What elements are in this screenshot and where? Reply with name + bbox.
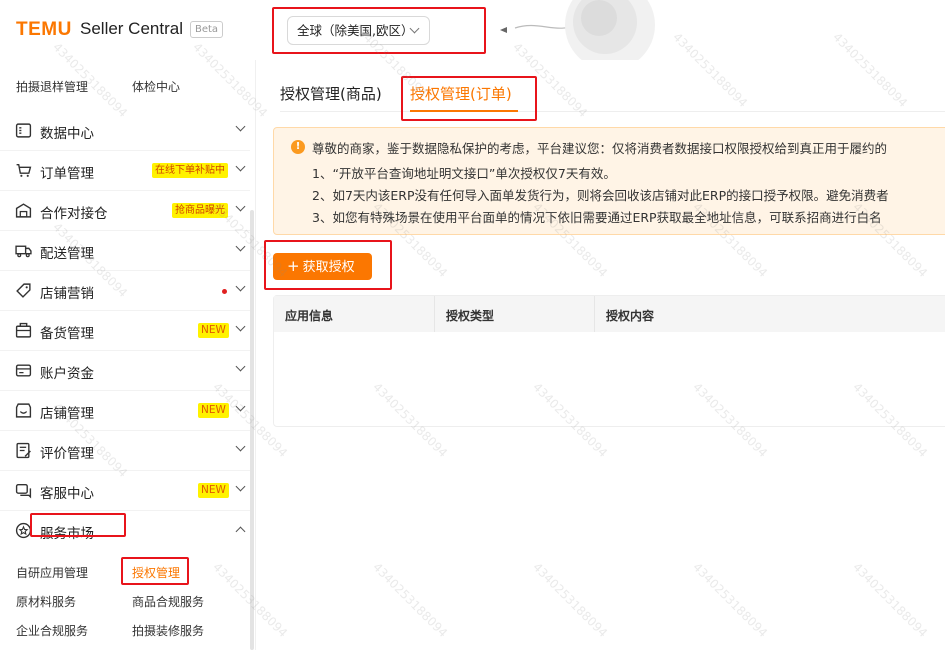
- sidebar-item-reviews[interactable]: 评价管理: [0, 431, 250, 471]
- annotation-box-service-market: [30, 513, 126, 537]
- column-header-auth-content: 授权内容: [606, 309, 655, 323]
- sidebar-item-label: 账户资金: [40, 366, 94, 382]
- sidebar-item-stock[interactable]: 备货管理 NEW: [0, 311, 250, 351]
- sidebar-subitem-product-compliance[interactable]: 商品合规服务: [132, 593, 204, 610]
- sidebar-item-label: 配送管理: [40, 246, 94, 262]
- review-icon: [16, 442, 31, 459]
- notice-line-4: 3、如您有特殊场景在使用平台面单的情况下依旧需要通过ERP获取最全地址信息，可联…: [312, 210, 882, 225]
- header-decoration: [500, 0, 655, 60]
- warning-icon: !: [291, 140, 305, 154]
- sidebar-subitem-self-apps[interactable]: 自研应用管理: [16, 564, 88, 581]
- chevron-down-icon: [235, 441, 246, 452]
- sidebar-item-account-funds[interactable]: 账户资金: [0, 351, 250, 391]
- chat-icon: [15, 483, 32, 499]
- box-icon: [15, 322, 32, 338]
- chevron-down-icon: [235, 241, 246, 252]
- sidebar-item-label: 数据中心: [40, 126, 94, 142]
- promo-badge: 抢商品曝光: [172, 203, 228, 218]
- sidebar-item-label: 订单管理: [40, 166, 94, 182]
- watermark-text: 4340253188094: [530, 560, 611, 641]
- sidebar-scrollbar[interactable]: [250, 210, 254, 650]
- notification-dot: [222, 289, 227, 294]
- promo-badge: 在线下单补贴中: [152, 163, 228, 178]
- chevron-up-icon: [235, 526, 246, 537]
- column-header-auth-type: 授权类型: [446, 309, 495, 323]
- new-badge: NEW: [198, 323, 229, 338]
- bar-chart-icon: [15, 123, 32, 138]
- annotation-box-orders-tab: [401, 76, 537, 121]
- tabs-divider: [280, 111, 945, 112]
- store-icon: [15, 403, 32, 418]
- auth-table: 应用信息 授权类型 授权内容: [273, 295, 945, 427]
- watermark-text: 4340253188094: [850, 560, 931, 641]
- sidebar-subitem-enterprise-compliance[interactable]: 企业合规服务: [16, 622, 88, 639]
- chevron-down-icon: [235, 321, 246, 332]
- notice-line-1: 尊敬的商家，鉴于数据隐私保护的考虑，平台建议您：仅将消费者数据接口权限授权给到真…: [312, 141, 888, 156]
- annotation-box-get-auth: [264, 240, 392, 290]
- notice-line-2: 1、“开放平台查询地址明文接口”单次授权仅7天有效。: [312, 166, 616, 181]
- sidebar-item-label: 合作对接仓: [40, 206, 108, 222]
- sidebar-item-label: 备货管理: [40, 326, 94, 342]
- sidebar-item-label: 评价管理: [40, 446, 94, 462]
- annotation-box-auth-management: [121, 557, 189, 585]
- column-divider: [434, 296, 435, 332]
- sidebar-item-data-center[interactable]: 数据中心: [0, 111, 250, 151]
- chevron-down-icon: [235, 481, 246, 492]
- sidebar-item-marketing[interactable]: 店铺营销: [0, 271, 250, 311]
- chevron-down-icon: [235, 281, 246, 292]
- truck-icon: [15, 245, 32, 258]
- new-badge: NEW: [198, 403, 229, 418]
- sidebar-item-customer-service[interactable]: 客服中心 NEW: [0, 471, 250, 511]
- tag-icon: [16, 283, 31, 298]
- sidebar-subitem-sample-return[interactable]: 拍摄退样管理: [16, 78, 88, 95]
- beta-badge: Beta: [190, 21, 224, 38]
- chevron-down-icon: [235, 161, 246, 172]
- column-header-app-info: 应用信息: [285, 309, 334, 323]
- temu-logo[interactable]: TEMU: [16, 19, 72, 41]
- cart-icon: [16, 163, 32, 177]
- chevron-down-icon: [235, 361, 246, 372]
- chevron-down-icon: [235, 121, 246, 132]
- sidebar-item-delivery[interactable]: 配送管理: [0, 231, 250, 271]
- table-header: 应用信息 授权类型 授权内容: [274, 296, 945, 332]
- sidebar-item-label: 店铺管理: [40, 406, 94, 422]
- seller-central-title: Seller Central: [80, 19, 183, 38]
- sidebar-subitem-photo-decoration[interactable]: 拍摄装修服务: [132, 622, 204, 639]
- sidebar-item-warehouse[interactable]: 合作对接仓 抢商品曝光: [0, 191, 250, 231]
- chevron-down-icon: [235, 401, 246, 412]
- new-badge: NEW: [198, 483, 229, 498]
- chevron-down-icon: [235, 201, 246, 212]
- annotation-box-region: [272, 7, 486, 54]
- sidebar-subitem-raw-material[interactable]: 原材料服务: [16, 593, 76, 610]
- sidebar-item-orders[interactable]: 订单管理 在线下单补贴中: [0, 151, 250, 191]
- sidebar-item-store[interactable]: 店铺管理 NEW: [0, 391, 250, 431]
- sidebar-subitem-health-center[interactable]: 体检中心: [132, 78, 180, 95]
- page: TEMU Seller Central Beta 全球（除美国,欧区） 拍摄退样…: [0, 0, 945, 650]
- watermark-text: 4340253188094: [690, 560, 771, 641]
- tab-auth-products[interactable]: 授权管理(商品): [280, 83, 382, 104]
- notice-line-3: 2、如7天内该ERP没有任何导入面单发货行为，则将会回收该店铺对此ERP的接口授…: [312, 188, 889, 203]
- watermark-text: 4340253188094: [370, 560, 451, 641]
- privacy-notice: ! 尊敬的商家，鉴于数据隐私保护的考虑，平台建议您：仅将消费者数据接口权限授权给…: [273, 127, 945, 235]
- column-divider: [594, 296, 595, 332]
- sidebar-item-label: 客服中心: [40, 486, 94, 502]
- sidebar-item-label: 店铺营销: [40, 286, 94, 302]
- wallet-icon: [15, 364, 32, 377]
- warehouse-icon: [15, 203, 32, 218]
